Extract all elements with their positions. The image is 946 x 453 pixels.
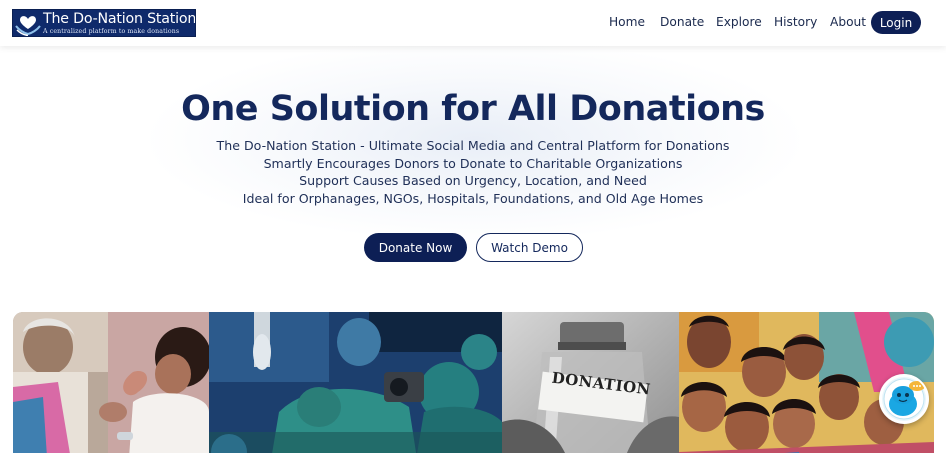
hero-description: The Do-Nation Station - Ultimate Social …: [0, 137, 946, 208]
hospital-surgery-photo: [209, 312, 502, 453]
hero-image-gallery: [13, 312, 934, 453]
logo-tagline: A centralized platform to make donations: [43, 28, 180, 35]
nav-about[interactable]: About: [830, 15, 866, 29]
hero-line: Smartly Encourages Donors to Donate to C…: [263, 155, 683, 171]
nav-donate[interactable]: Donate: [660, 15, 704, 29]
hero-line: The Do-Nation Station - Ultimate Social …: [216, 138, 730, 153]
chatbot-avatar-icon[interactable]: [879, 374, 929, 424]
hero-title: One Solution for All Donations: [181, 89, 765, 129]
logo-title: The Do-Nation Station: [43, 11, 196, 27]
hero-line: Support Causes Based on Urgency, Locatio…: [299, 173, 647, 189]
elderly-care-photo: [13, 312, 209, 453]
hands-heart-icon: [15, 16, 41, 36]
top-navbar: The Do-Nation Station A centralized plat…: [0, 0, 946, 46]
nav-home[interactable]: Home: [609, 15, 645, 29]
site-logo[interactable]: The Do-Nation Station A centralized plat…: [12, 9, 196, 37]
hero-line: Ideal for Orphanages, NGOs, Hospitals, F…: [242, 191, 704, 207]
donate-now-button[interactable]: Donate Now: [364, 233, 467, 262]
watch-demo-button[interactable]: Watch Demo: [476, 233, 583, 262]
nav-explore[interactable]: Explore: [716, 15, 762, 29]
nav-history[interactable]: History: [774, 15, 817, 29]
login-button[interactable]: Login: [871, 11, 921, 34]
